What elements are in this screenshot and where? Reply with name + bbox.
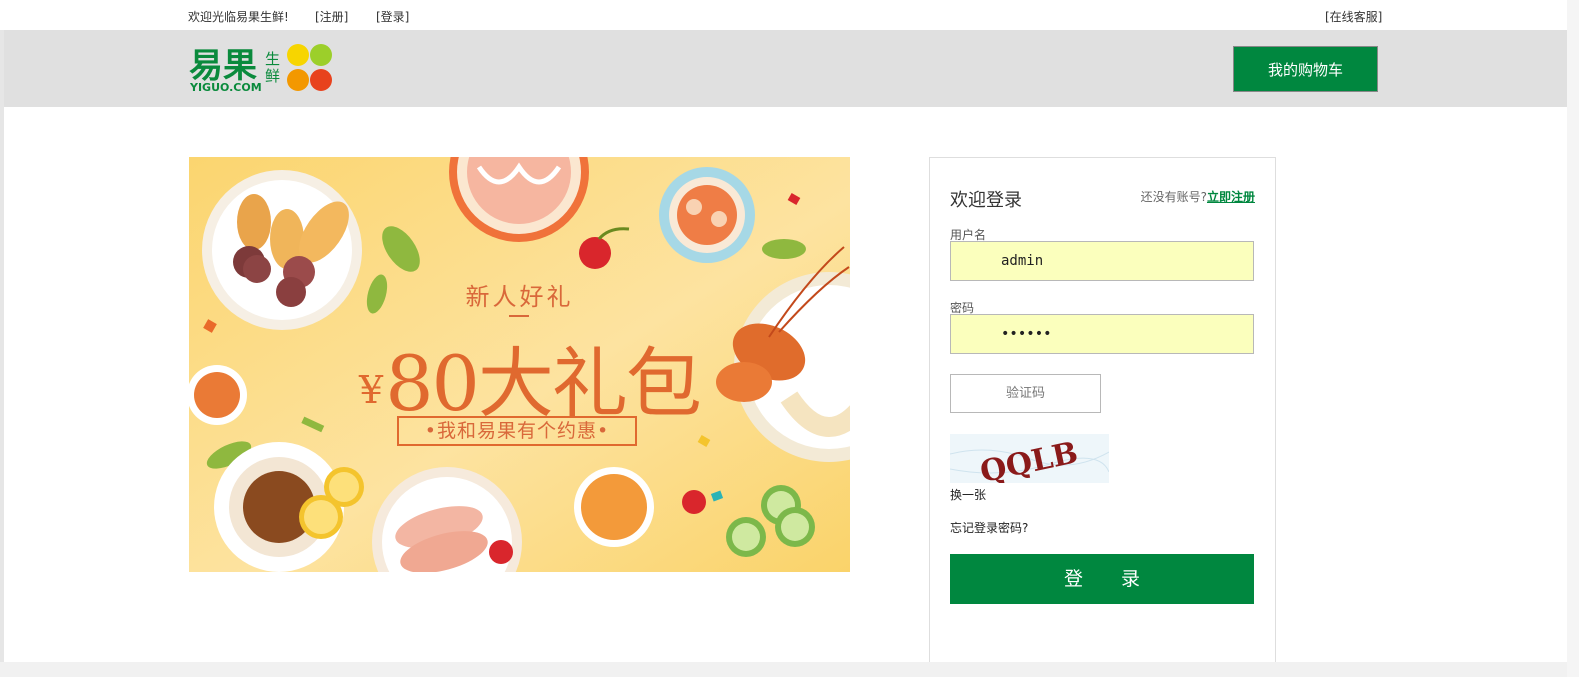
register-now-link[interactable]: 立即注册 bbox=[1207, 190, 1255, 204]
currency-symbol: ¥ bbox=[359, 368, 383, 412]
login-title: 欢迎登录 bbox=[950, 190, 1022, 211]
window-left-edge bbox=[0, 30, 4, 670]
register-link[interactable]: [注册] bbox=[315, 8, 348, 25]
captcha-input[interactable]: 验证码 bbox=[950, 374, 1101, 413]
logo-domain: YIGUO.COM bbox=[189, 81, 262, 94]
window-right-edge bbox=[1567, 0, 1579, 677]
my-cart-button[interactable]: 我的购物车 bbox=[1233, 46, 1378, 92]
refresh-captcha-link[interactable]: 换一张 bbox=[950, 486, 986, 503]
no-account-text: 还没有账号? bbox=[1140, 190, 1207, 204]
login-link[interactable]: [登录] bbox=[376, 8, 409, 25]
logo-sub-top: 生 bbox=[265, 50, 280, 68]
site-logo[interactable]: 易果 生 鲜 YIGUO.COM bbox=[189, 44, 339, 96]
banner-headline: 新人好礼 bbox=[465, 283, 574, 311]
top-bar: 欢迎光临易果生鲜! [注册] [登录] [在线客服] bbox=[0, 0, 1567, 30]
promo-banner[interactable]: 新人好礼 ¥80大礼包 •我和易果有个约惠• bbox=[189, 157, 850, 572]
site-header: 易果 生 鲜 YIGUO.COM 我的购物车 bbox=[4, 30, 1567, 107]
banner-subtitle: •我和易果有个约惠• bbox=[397, 416, 637, 446]
forgot-password-link[interactable]: 忘记登录密码? bbox=[950, 519, 1028, 536]
banner-divider bbox=[509, 315, 529, 317]
username-input[interactable]: admin bbox=[950, 241, 1254, 281]
password-input[interactable]: •••••• bbox=[950, 314, 1254, 354]
no-account-prompt: 还没有账号?立即注册 bbox=[1141, 188, 1255, 205]
footer-strip bbox=[0, 662, 1567, 677]
logo-sub-bottom: 鲜 bbox=[265, 67, 280, 85]
customer-service-link[interactable]: [在线客服] bbox=[1325, 8, 1382, 25]
captcha-image[interactable]: QQLB bbox=[949, 434, 1110, 490]
logo-text: 易果 bbox=[189, 46, 257, 86]
welcome-text: 欢迎光临易果生鲜! bbox=[188, 10, 289, 24]
login-panel: 欢迎登录 还没有账号?立即注册 用户名 admin 密码 •••••• 验证码 … bbox=[929, 157, 1276, 663]
amount-text: 80大礼包 bbox=[385, 339, 702, 428]
login-submit-button[interactable]: 登 录 bbox=[950, 554, 1254, 604]
